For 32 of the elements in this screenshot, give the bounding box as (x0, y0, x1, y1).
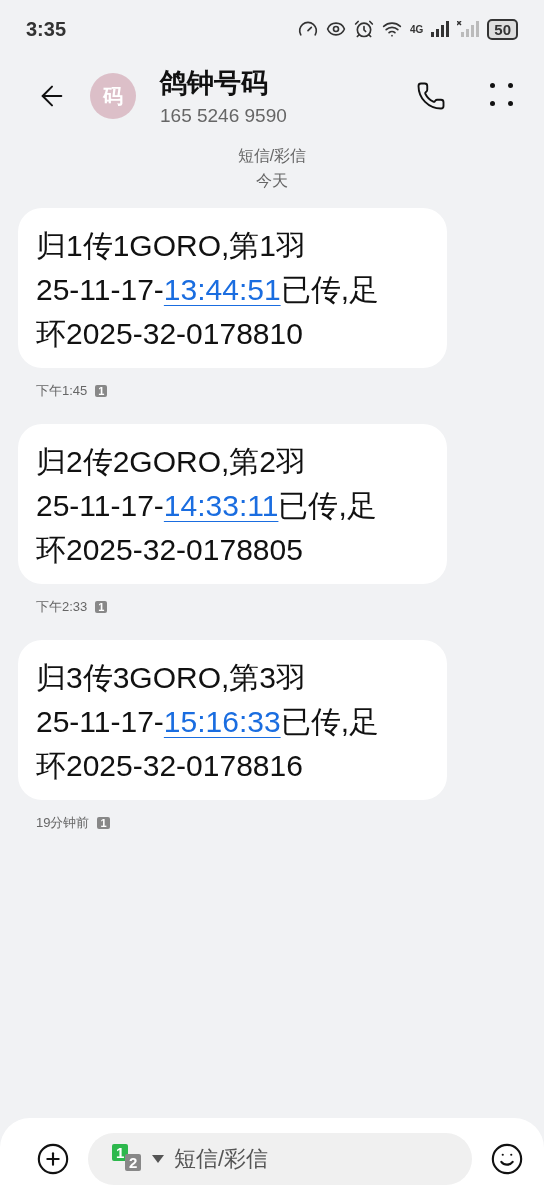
sim-badge: 1 (95, 385, 108, 397)
call-button[interactable] (416, 81, 446, 111)
message-text: 归1传1GORO,第1羽 25-11-17-13:44:51已传,足 环2025-32-0178810 (36, 228, 380, 352)
contact-name: 鸽钟号码 (160, 67, 269, 100)
speed-gauge-icon (297, 19, 318, 39)
alarm-icon (353, 19, 374, 39)
battery-level: 50 (487, 18, 518, 40)
message-text: 归2传2GORO,第2羽 25-11-17-14:33:11已传,足 环2025-32-0178805 (36, 444, 378, 568)
phone-number: 165 5246 9590 (160, 105, 288, 127)
sim-badge: 1 (97, 817, 110, 829)
signal-icon (431, 21, 450, 37)
no-signal-icon (457, 21, 480, 37)
message-time: 19分钟前 (36, 814, 90, 832)
thread-type: 短信/彩信 (237, 146, 307, 166)
eye-icon (325, 19, 346, 39)
contact-avatar: 码 (90, 73, 136, 119)
message-time: 下午1:45 (36, 382, 88, 400)
network-label: 4G (409, 23, 424, 35)
emoji-button[interactable] (490, 1142, 524, 1176)
sim-selector[interactable]: 1 2 (112, 1144, 144, 1174)
time-link[interactable]: 15:16:33 (163, 705, 281, 738)
caret-icon (152, 1155, 164, 1163)
message-field[interactable]: 1 2 短信/彩信 (88, 1133, 472, 1185)
date-label: 今天 (256, 171, 288, 191)
status-time: 3:35 (26, 17, 67, 41)
message-text: 归3传3GORO,第3羽 25-11-17-15:16:33已传,足 环2025-32-0178816 (36, 660, 380, 784)
time-link[interactable]: 14:33:11 (163, 489, 279, 522)
add-button[interactable] (36, 1142, 70, 1176)
wifi-icon (381, 19, 402, 39)
sim-badge: 1 (95, 601, 108, 613)
time-link[interactable]: 13:44:51 (163, 273, 281, 306)
message-time: 下午2:33 (36, 598, 88, 616)
